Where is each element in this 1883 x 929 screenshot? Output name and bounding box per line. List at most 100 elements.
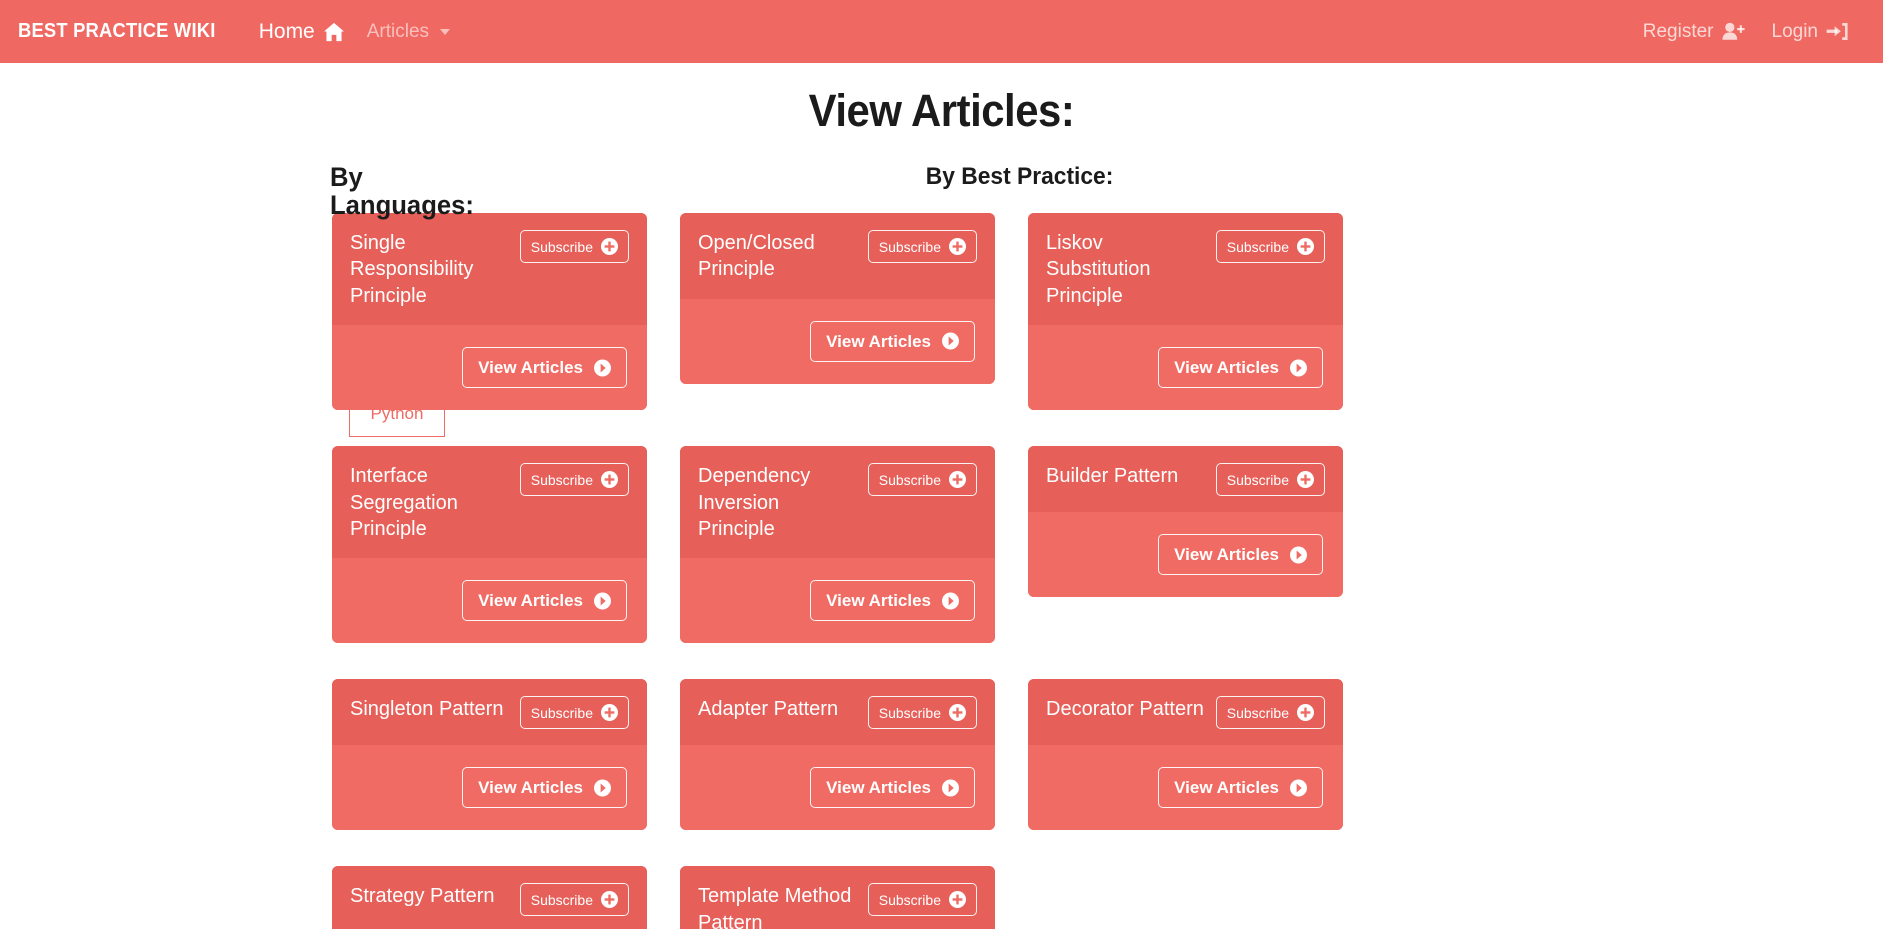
card-header: Decorator Pattern Subscribe: [1028, 679, 1343, 746]
card-title: Builder Pattern: [1046, 465, 1179, 488]
sign-in-icon: [1826, 22, 1849, 41]
subscribe-button[interactable]: Subscribe: [867, 463, 977, 497]
article-card: Adapter Pattern Subscribe View Articles: [680, 679, 995, 831]
view-articles-button[interactable]: View Articles: [462, 347, 627, 389]
card-header: Singleton Pattern Subscribe: [332, 679, 647, 746]
card-header: Liskov Substitution Principle Subscribe: [1028, 213, 1343, 326]
view-articles-label: View Articles: [826, 778, 931, 798]
article-card-grid: Single Responsibility Principle Subscribe…: [330, 213, 1863, 929]
view-articles-button[interactable]: View Articles: [1158, 534, 1323, 576]
subscribe-button[interactable]: Subscribe: [1215, 696, 1325, 730]
view-articles-label: View Articles: [1174, 778, 1279, 798]
card-title: Single Responsibility Principle: [350, 232, 474, 307]
view-articles-button[interactable]: View Articles: [1158, 347, 1323, 389]
subscribe-button[interactable]: Subscribe: [519, 230, 629, 263]
plus-circle-icon: [601, 704, 618, 722]
subscribe-label: Subscribe: [530, 238, 593, 255]
view-articles-button[interactable]: View Articles: [810, 320, 975, 362]
card-header: Dependency Inversion Principle Subscribe: [680, 446, 995, 559]
arrow-right-circle-icon: [942, 592, 959, 610]
view-articles-button[interactable]: View Articles: [1158, 767, 1323, 809]
plus-circle-icon: [601, 238, 618, 255]
article-card: Strategy PatternSubscribeView Articles: [332, 866, 647, 929]
card-header: Interface Segregation Principle Subscribe: [332, 446, 647, 559]
card-title: Singleton Pattern: [350, 698, 504, 721]
card-header: Template Method Pattern Subscribe: [680, 866, 995, 929]
arrow-right-circle-icon: [594, 592, 611, 610]
article-card: Interface Segregation Principle Subscribe…: [332, 446, 647, 644]
subscribe-label: Subscribe: [530, 891, 593, 908]
home-icon: [323, 22, 345, 42]
subscribe-button[interactable]: Subscribe: [519, 463, 629, 497]
view-articles-label: View Articles: [1174, 545, 1279, 565]
card-title: Interface Segregation Principle: [350, 465, 458, 540]
subscribe-button[interactable]: Subscribe: [867, 696, 977, 730]
card-body: View Articles: [1028, 325, 1343, 411]
plus-circle-icon: [601, 471, 618, 489]
card-header: Strategy Pattern Subscribe: [332, 866, 647, 929]
arrow-right-circle-icon: [942, 332, 959, 350]
card-body: View Articles: [332, 325, 647, 411]
article-card: Dependency Inversion Principle Subscribe V…: [680, 446, 995, 644]
subscribe-label: Subscribe: [530, 704, 593, 721]
subscribe-button[interactable]: Subscribe: [519, 883, 629, 917]
page-title: View Articles:: [808, 85, 1075, 136]
subscribe-label: Subscribe: [1226, 704, 1289, 721]
subscribe-button[interactable]: Subscribe: [1215, 463, 1325, 497]
subscribe-label: Subscribe: [878, 471, 941, 488]
nav-articles-label: Articles: [366, 20, 430, 42]
page-content: By Languages: C#JavaPhpPython By Best Pr…: [0, 163, 1883, 929]
nav-left-group: Home Articles: [259, 20, 451, 44]
arrow-right-circle-icon: [594, 779, 611, 797]
nav-home-label: Home: [258, 19, 315, 43]
view-articles-label: View Articles: [478, 591, 583, 611]
card-body: View Articles: [680, 745, 995, 831]
article-card: Builder Pattern Subscribe View Articles: [1028, 446, 1343, 598]
article-card: Decorator Pattern Subscribe View Articles: [1028, 679, 1343, 831]
view-articles-label: View Articles: [478, 778, 583, 798]
article-card: Liskov Substitution Principle Subscribe Vi…: [1028, 213, 1343, 411]
main-heading: By Best Practice:: [925, 163, 1114, 190]
card-body: View Articles: [1028, 512, 1343, 598]
subscribe-label: Subscribe: [1226, 471, 1289, 488]
plus-circle-icon: [601, 891, 618, 909]
plus-circle-icon: [949, 238, 966, 255]
nav-item-home[interactable]: Home: [259, 20, 345, 44]
plus-circle-icon: [1297, 704, 1314, 722]
brand-logo[interactable]: BEST PRACTICE WIKI: [18, 20, 216, 43]
article-card: Template Method PatternSubscribeView Art…: [680, 866, 995, 929]
nav-item-articles[interactable]: Articles: [366, 20, 451, 43]
subscribe-label: Subscribe: [1226, 238, 1289, 255]
nav-item-register[interactable]: Register: [1643, 21, 1746, 43]
arrow-right-circle-icon: [594, 359, 611, 377]
card-header: Open/Closed Principle Subscribe: [680, 213, 995, 299]
card-header: Single Responsibility Principle Subscribe: [332, 213, 647, 326]
view-articles-label: View Articles: [1174, 358, 1279, 378]
card-title: Liskov Substitution Principle: [1046, 232, 1151, 307]
card-title: Decorator Pattern: [1046, 698, 1204, 721]
card-header: Builder Pattern Subscribe: [1028, 446, 1343, 513]
article-card: Single Responsibility Principle Subscribe…: [332, 213, 647, 411]
card-body: View Articles: [332, 558, 647, 644]
view-articles-button[interactable]: View Articles: [810, 767, 975, 809]
view-articles-button[interactable]: View Articles: [810, 580, 975, 622]
subscribe-button[interactable]: Subscribe: [867, 230, 977, 263]
plus-circle-icon: [1297, 471, 1314, 489]
subscribe-button[interactable]: Subscribe: [1215, 230, 1325, 263]
view-articles-button[interactable]: View Articles: [462, 580, 627, 622]
card-title: Strategy Pattern: [350, 885, 495, 908]
subscribe-label: Subscribe: [878, 238, 941, 255]
nav-register-label: Register: [1642, 20, 1714, 42]
card-body: View Articles: [680, 558, 995, 644]
subscribe-label: Subscribe: [878, 704, 941, 721]
arrow-right-circle-icon: [942, 779, 959, 797]
arrow-right-circle-icon: [1290, 779, 1307, 797]
subscribe-button[interactable]: Subscribe: [519, 696, 629, 730]
subscribe-button[interactable]: Subscribe: [867, 883, 977, 917]
view-articles-button[interactable]: View Articles: [462, 767, 627, 809]
nav-item-login[interactable]: Login: [1772, 21, 1850, 43]
arrow-right-circle-icon: [1290, 546, 1307, 564]
article-card: Open/Closed Principle Subscribe View Artic…: [680, 213, 995, 384]
card-body: View Articles: [332, 745, 647, 831]
card-title: Template Method Pattern: [698, 885, 852, 929]
